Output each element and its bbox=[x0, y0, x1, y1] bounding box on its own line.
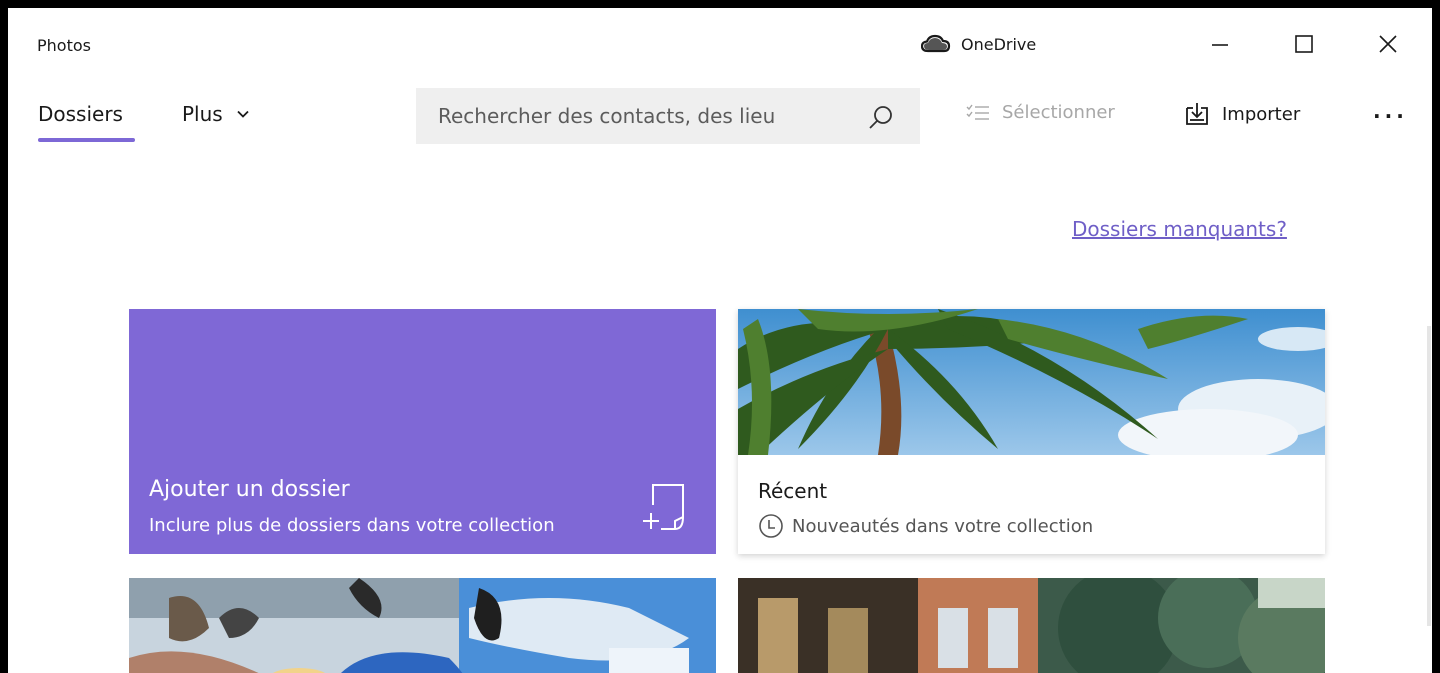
add-folder-tile[interactable]: Ajouter un dossier Inclure plus de dossi… bbox=[129, 309, 716, 554]
app-title: Photos bbox=[37, 36, 91, 55]
clock-icon bbox=[759, 514, 783, 538]
search-icon[interactable] bbox=[868, 104, 894, 130]
select-label: Sélectionner bbox=[1002, 102, 1115, 123]
title-bar: Photos OneDrive bbox=[8, 8, 1432, 80]
add-folder-subtitle: Inclure plus de dossiers dans votre coll… bbox=[149, 515, 555, 536]
missing-folders-link[interactable]: Dossiers manquants? bbox=[1072, 217, 1287, 241]
import-label: Importer bbox=[1222, 103, 1301, 125]
tab-plus[interactable]: Plus bbox=[182, 102, 249, 126]
add-folder-title: Ajouter un dossier bbox=[149, 477, 350, 502]
maximize-icon bbox=[1295, 35, 1313, 53]
recent-title: Récent bbox=[758, 479, 828, 503]
recent-thumbnail bbox=[738, 309, 1325, 455]
active-tab-indicator bbox=[38, 138, 135, 142]
import-button[interactable]: Importer bbox=[1184, 102, 1300, 126]
onedrive-label: OneDrive bbox=[961, 34, 1037, 54]
select-button[interactable]: Sélectionner bbox=[966, 102, 1115, 123]
scrollbar-track[interactable] bbox=[1427, 326, 1431, 626]
select-list-icon bbox=[966, 104, 989, 120]
chevron-down-icon bbox=[237, 110, 249, 118]
close-icon bbox=[1379, 35, 1397, 53]
folder-thumbnail bbox=[738, 578, 1325, 673]
maximize-button[interactable] bbox=[1274, 22, 1334, 66]
import-icon bbox=[1186, 103, 1208, 125]
folder-thumbnail bbox=[129, 578, 716, 673]
folder-tile-penguins[interactable] bbox=[129, 578, 716, 673]
search-input[interactable]: Rechercher des contacts, des lieu bbox=[438, 104, 858, 128]
tab-plus-label: Plus bbox=[182, 102, 223, 126]
close-button[interactable] bbox=[1358, 22, 1418, 66]
recent-tile[interactable]: Récent Nouveautés dans votre collection bbox=[738, 309, 1325, 554]
recent-subtitle-text: Nouveautés dans votre collection bbox=[792, 515, 1094, 537]
onedrive-button[interactable]: OneDrive bbox=[921, 34, 1036, 54]
search-box[interactable]: Rechercher des contacts, des lieu bbox=[416, 88, 920, 144]
photos-window: Photos OneDrive Dossiers Plus Rechercher… bbox=[8, 8, 1432, 673]
recent-subtitle: Nouveautés dans votre collection bbox=[758, 513, 1093, 539]
minimize-icon bbox=[1212, 44, 1228, 46]
add-folder-icon bbox=[643, 484, 684, 530]
tab-dossiers[interactable]: Dossiers bbox=[38, 102, 123, 126]
minimize-button[interactable] bbox=[1190, 22, 1250, 66]
cloud-icon bbox=[921, 34, 951, 53]
more-options-button[interactable]: ··· bbox=[1373, 104, 1408, 128]
folder-tile-building[interactable] bbox=[738, 578, 1325, 673]
